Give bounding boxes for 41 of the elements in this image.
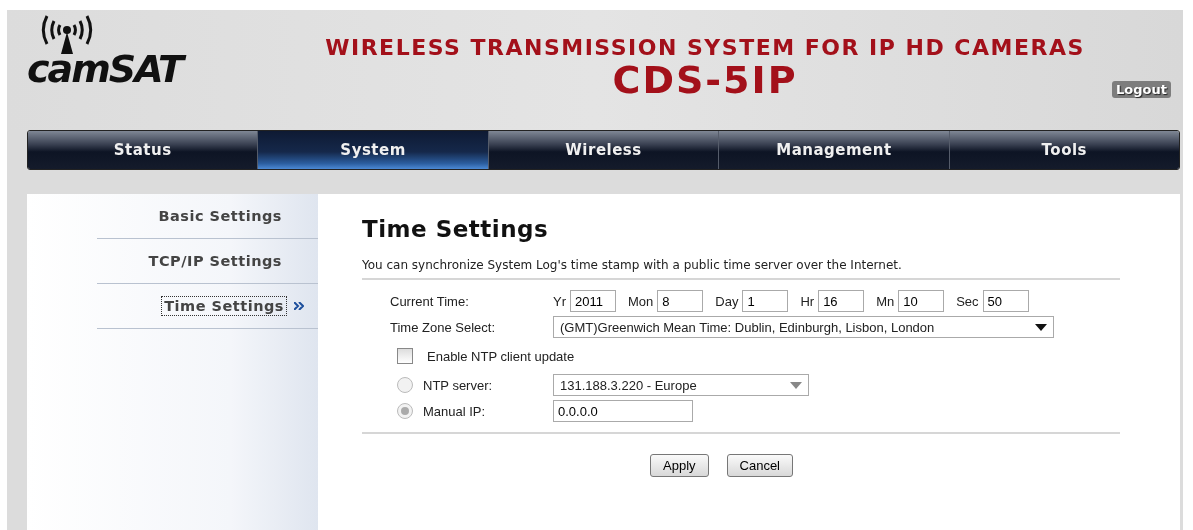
nav-tab[interactable]: Wireless [488, 131, 720, 169]
input-field[interactable]: 16 [818, 290, 865, 312]
checkbox-label: Enable NTP client update [427, 348, 575, 364]
sidebar-item[interactable]: Time Settings [162, 297, 286, 315]
ntp-server-dropdown[interactable]: 131.188.3.220 - Europe [553, 374, 809, 396]
field-label: Mon [628, 293, 654, 309]
field-label: Mn [876, 293, 895, 309]
sidebar-item[interactable]: Basic Settings [156, 207, 284, 225]
input-field[interactable]: 10 [898, 290, 945, 312]
radio-label: Manual IP: [423, 403, 486, 419]
description: You can synchronize System Log's time stamp with a public time server over the Internet. [362, 258, 1120, 280]
sidebar-item[interactable]: TCP/IP Settings [146, 252, 284, 270]
input-field[interactable]: 8 [657, 290, 704, 312]
time-zone-dropdown[interactable]: (GMT)Greenwich Mean Time: Dublin, Edinburgh, Lisbon, London [553, 316, 1054, 338]
nav-tab[interactable]: Tools [949, 131, 1179, 169]
field-label: Day [715, 293, 739, 309]
checkbox[interactable] [397, 348, 413, 364]
input-field[interactable]: 50 [982, 290, 1029, 312]
action-button[interactable]: Apply [650, 454, 709, 477]
banner-title: WIRELESS TRANSMISSION SYSTEM FOR IP HD CAMERAS [325, 35, 1085, 60]
input-field[interactable]: 0.0.0.0 [553, 400, 693, 422]
radio-button[interactable] [397, 403, 413, 419]
radio-label: NTP server: [423, 377, 493, 393]
input-field[interactable]: 1 [742, 290, 789, 312]
dropdown-arrow-icon [790, 381, 802, 389]
field-label: Current Time: [390, 293, 470, 309]
field-label: Sec [956, 293, 979, 309]
dropdown-arrow-icon [1035, 323, 1047, 331]
field-label: Yr [553, 293, 566, 309]
nav-tab[interactable]: Management [719, 131, 950, 169]
model-name: CDS-5IP [612, 60, 798, 102]
nav-tab[interactable]: System [258, 131, 489, 169]
input-field[interactable]: 2011 [570, 290, 616, 312]
radio-button[interactable] [397, 377, 413, 393]
double-chevron-icon [294, 302, 304, 310]
field-label: Time Zone Select: [390, 319, 496, 335]
nav-tab[interactable]: Status [28, 131, 259, 169]
action-button[interactable]: Cancel [726, 454, 793, 477]
logout-link[interactable]: Logout [1112, 81, 1171, 98]
page-title: Time Settings [362, 216, 550, 242]
field-label: Hr [800, 293, 815, 309]
